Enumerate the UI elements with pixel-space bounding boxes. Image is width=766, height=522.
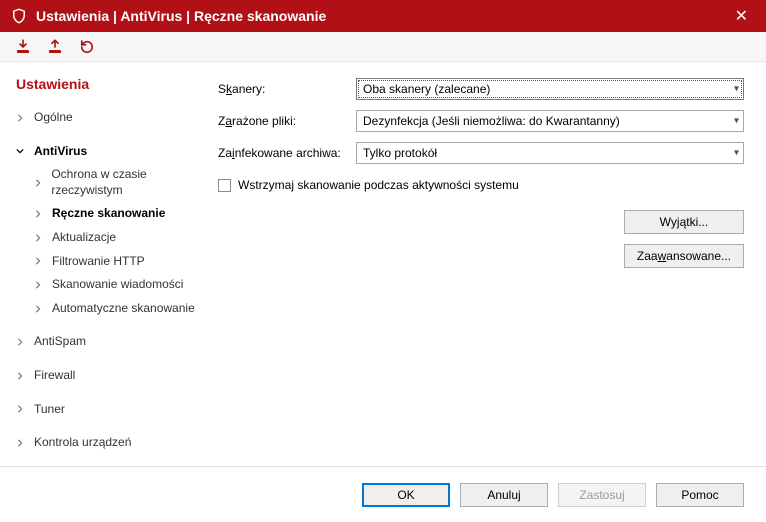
select-infected-archives[interactable]: Tylko protokół ▾ (356, 142, 744, 164)
nav-item-ręczne-skanowanie[interactable]: Ręczne skanowanie (16, 202, 212, 226)
row-infected-archives: Zainfekowane archiwa: Tylko protokół ▾ (218, 142, 744, 164)
nav-item-label: AntiVirus (34, 144, 87, 160)
nav-item-label: Tuner (34, 402, 65, 418)
caret-right-icon (34, 234, 46, 242)
label-infected-files: Zarażone pliki: (218, 114, 356, 128)
footer: OK Anuluj Zastosuj Pomoc (0, 466, 766, 522)
nav-item-tuner[interactable]: Tuner (16, 398, 212, 422)
chevron-down-icon: ▾ (734, 116, 739, 127)
nav-item-label: Firewall (34, 368, 75, 384)
caret-right-icon (16, 372, 28, 380)
nav-item-label: Kontrola urządzeń (34, 435, 131, 451)
nav-item-ochrona-w-czasie-rzeczywistym[interactable]: Ochrona w czasie rzeczywistym (16, 163, 212, 202)
ok-button[interactable]: OK (362, 483, 450, 507)
cancel-button[interactable]: Anuluj (460, 483, 548, 507)
chevron-down-icon: ▾ (734, 148, 739, 159)
nav-tree: Ogólne AntiVirus Ochrona w czasie rzeczywi… (16, 106, 212, 466)
nav-item-label: Aktualizacje (52, 230, 116, 246)
select-scanners[interactable]: Oba skanery (zalecane) ▾ (356, 78, 744, 100)
row-infected-files: Zarażone pliki: Dezynfekcja (Jeśli niemo… (218, 110, 744, 132)
caret-right-icon (34, 305, 46, 313)
nav-item-label: Ogólne (34, 110, 73, 126)
caret-right-icon (34, 179, 45, 187)
nav-item-filtrowanie-http[interactable]: Filtrowanie HTTP (16, 250, 212, 274)
nav-item-automatyczne-skanowanie[interactable]: Automatyczne skanowanie (16, 297, 212, 321)
checkbox-pause-on-activity[interactable] (218, 179, 231, 192)
label-pause-on-activity: Wstrzymaj skanowanie podczas aktywności … (238, 178, 519, 192)
nav-item-label: Filtrowanie HTTP (52, 254, 145, 270)
nav-item-backup[interactable]: Backup (16, 465, 212, 466)
import-icon[interactable] (14, 38, 32, 56)
caret-right-icon (34, 257, 46, 265)
close-icon[interactable]: ✕ (727, 2, 756, 30)
nav-item-label: Ochrona w czasie rzeczywistym (51, 167, 212, 198)
content-panel: Skanery: Oba skanery (zalecane) ▾ Zarażo… (212, 62, 766, 466)
caret-right-icon (16, 439, 28, 447)
caret-right-icon (34, 210, 46, 218)
select-scanners-value: Oba skanery (zalecane) (363, 82, 490, 96)
export-icon[interactable] (46, 38, 64, 56)
select-infected-archives-value: Tylko protokół (363, 146, 437, 160)
nav-item-skanowanie-wiadomości[interactable]: Skanowanie wiadomości (16, 273, 212, 297)
label-scanners: Skanery: (218, 82, 356, 96)
row-scanners: Skanery: Oba skanery (zalecane) ▾ (218, 78, 744, 100)
row-pause-on-activity: Wstrzymaj skanowanie podczas aktywności … (218, 178, 744, 192)
caret-down-icon (16, 147, 28, 155)
titlebar: Ustawienia | AntiVirus | Ręczne skanowan… (0, 0, 766, 32)
advanced-button[interactable]: Zaawansowane... (624, 244, 744, 268)
nav-item-label: Skanowanie wiadomości (52, 277, 183, 293)
label-infected-archives: Zainfekowane archiwa: (218, 146, 356, 160)
apply-button: Zastosuj (558, 483, 646, 507)
select-infected-files-value: Dezynfekcja (Jeśli niemożliwa: do Kwaran… (363, 114, 620, 128)
window-title: Ustawienia | AntiVirus | Ręczne skanowan… (36, 8, 727, 24)
nav-item-label: Ręczne skanowanie (52, 206, 165, 222)
nav-item-label: Automatyczne skanowanie (52, 301, 195, 317)
select-infected-files[interactable]: Dezynfekcja (Jeśli niemożliwa: do Kwaran… (356, 110, 744, 132)
app-shield-icon (10, 7, 28, 25)
help-button[interactable]: Pomoc (656, 483, 744, 507)
chevron-down-icon: ▾ (734, 84, 739, 95)
caret-right-icon (34, 281, 46, 289)
exceptions-button[interactable]: Wyjątki... (624, 210, 744, 234)
nav-item-antispam[interactable]: AntiSpam (16, 330, 212, 354)
caret-right-icon (16, 114, 28, 122)
reset-icon[interactable] (78, 38, 96, 56)
nav-item-label: AntiSpam (34, 334, 86, 350)
caret-right-icon (16, 405, 28, 413)
sidebar-heading: Ustawienia (16, 76, 212, 92)
toolbar (0, 32, 766, 62)
nav-item-kontrola-urządzeń[interactable]: Kontrola urządzeń (16, 431, 212, 455)
sidebar: Ustawienia Ogólne AntiVirus Ochrona w czas… (0, 62, 212, 466)
caret-right-icon (16, 338, 28, 346)
nav-item-firewall[interactable]: Firewall (16, 364, 212, 388)
nav-item-aktualizacje[interactable]: Aktualizacje (16, 226, 212, 250)
nav-item-ogólne[interactable]: Ogólne (16, 106, 212, 130)
nav-item-antivirus[interactable]: AntiVirus (16, 140, 212, 164)
